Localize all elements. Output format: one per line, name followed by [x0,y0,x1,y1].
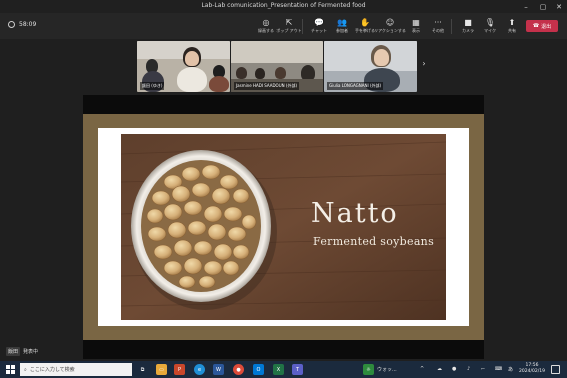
camera-label: カメラ [462,28,474,33]
presenter-name: 飯田 [6,347,21,356]
share-button[interactable]: ⬆ 共有 [499,16,525,37]
participant-name: Giulia LONGAGNANI (外部) [327,82,384,90]
search-icon: ⌕ [24,366,27,373]
more-button[interactable]: ··· その他 [425,16,451,37]
record-label: 録画する [258,28,274,33]
participants-label: 参加者 [336,28,348,33]
powerpoint-icon[interactable]: P [174,364,185,375]
task-view-icon[interactable]: ⧉ [137,364,148,375]
camera-icon: ■ [464,17,472,27]
share-icon: ⬆ [508,17,516,27]
view-label: 表示 [412,28,420,33]
word-icon[interactable]: W [213,364,224,375]
meeting-timer: 58:09 [8,21,36,28]
participant-tile[interactable]: Jasmine HADI SAADOUN (外部) [231,41,323,92]
speaker-icon[interactable]: ♪ [467,366,470,372]
participant-tile[interactable]: 飯田 (ゆき) [137,41,230,92]
chat-icon: 💬 [314,17,324,27]
search-placeholder: ここに入力して検索 [29,367,75,373]
leave-button[interactable]: ☎ 退出 [526,20,558,32]
participant-name: 飯田 (ゆき) [140,82,165,90]
participant-tile[interactable]: Giulia LONGAGNANI (外部) [324,41,417,92]
teams-icon[interactable]: T [292,364,303,375]
meeting-toolbar: 58:09 ◎ 録画する ⇱ ポップ アウト 💬 チャット 👥 参加者 ✋ 手を… [0,13,567,39]
taskbar: ⌕ ここに入力して検索 ⧉ ▭ P e W ● O X T ☼ ウォッ... ^… [0,361,567,378]
file-explorer-icon[interactable]: ▭ [156,364,167,375]
notification-icon[interactable] [551,365,560,374]
raise-hand-label: 手を挙げる [355,28,375,33]
timer-text: 58:09 [19,21,37,28]
slide-subtitle: Fermented soybeans [313,235,435,248]
edge-icon[interactable]: e [194,364,205,375]
leave-label: 退出 [541,23,552,30]
reaction-icon: ☺ [385,17,395,27]
chevron-up-icon[interactable]: ^ [420,366,424,372]
more-label: その他 [432,28,444,33]
weather-label[interactable]: ウォッ... [377,366,397,373]
share-label: 共有 [508,28,516,33]
raise-hand-icon: ✋ [360,17,370,27]
keyboard-icon[interactable]: ⌨ [495,366,502,372]
people-icon: 👥 [337,17,347,27]
title-bar: Lab-Lab comunication_Presentation of Fer… [0,0,567,13]
cloud-icon[interactable]: ☁ [437,366,442,372]
weather-icon[interactable]: ☼ [363,364,374,375]
outlook-icon[interactable]: O [253,364,264,375]
participant-name: Jasmine HADI SAADOUN (外部) [234,82,300,90]
shield-icon [8,21,15,28]
popout-icon: ⇱ [285,17,293,27]
reaction-label: リアクションする [374,28,406,33]
popout-label: ポップ アウト [276,28,302,33]
taskbar-clock[interactable]: 17:56 2024/02/19 [516,363,548,375]
video-strip: 飯田 (ゆき) Jasmine HADI SAADOUN (外部) Giulia… [0,39,567,94]
more-icon: ··· [434,17,442,27]
mic-icon: 🎙 [484,17,496,27]
presenter-label: 飯田 発表中 [6,347,38,356]
reaction-button[interactable]: ☺ リアクションする [374,16,406,37]
toolbar-divider-2 [451,19,452,34]
taskbar-search[interactable]: ⌕ ここに入力して検索 [20,363,132,376]
mic-tray-icon[interactable]: ● [452,366,456,372]
maximize-button[interactable]: ▢ [535,0,551,13]
toolbar-divider [302,19,303,34]
clock-date: 2024/02/19 [519,369,545,374]
windows-start-icon[interactable] [6,365,15,374]
ime-indicator[interactable]: あ [508,366,513,373]
presenter-status: 発表中 [23,349,39,355]
close-button[interactable]: ✕ [551,0,567,13]
chevron-right-icon[interactable]: › [419,59,429,73]
excel-icon[interactable]: X [273,364,284,375]
chat-label: チャット [311,28,327,33]
chrome-icon[interactable]: ● [233,364,244,375]
minimize-button[interactable]: – [518,0,534,13]
record-icon: ◎ [262,17,270,27]
mic-label: マイク [484,28,496,33]
view-icon: ▦ [412,17,420,27]
hangup-icon: ☎ [532,23,540,29]
network-icon[interactable]: ⌐ [481,366,485,372]
popout-button[interactable]: ⇱ ポップ アウト [276,16,302,37]
window-title: Lab-Lab comunication_Presentation of Fer… [201,2,366,9]
slide-title: Natto [311,198,399,229]
